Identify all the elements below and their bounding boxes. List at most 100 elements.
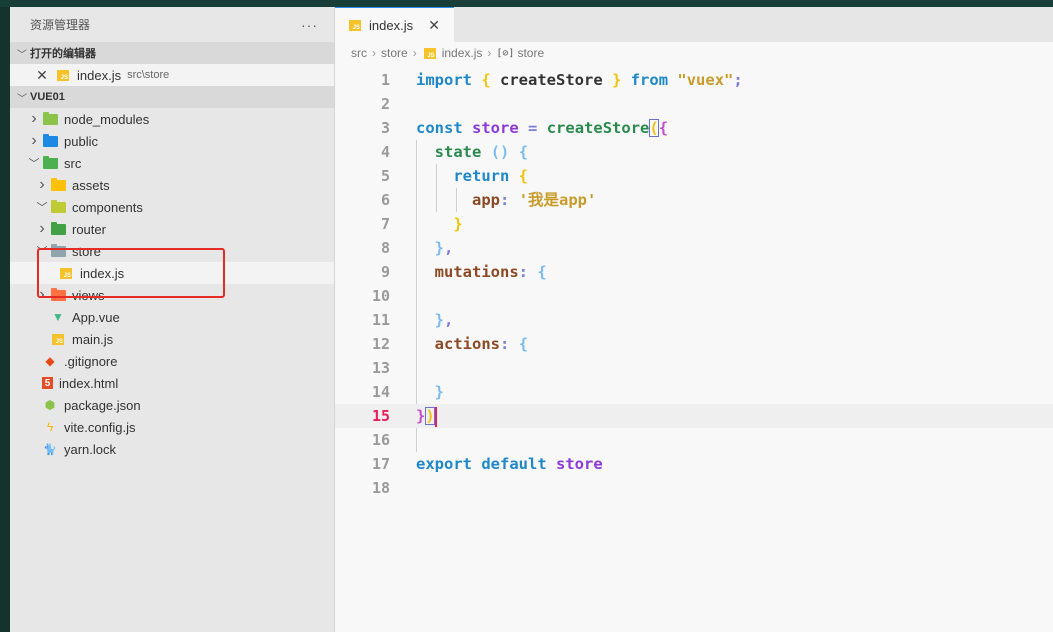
tree-item[interactable]: ﹀ src	[10, 152, 334, 174]
js-file-icon: JS	[422, 45, 438, 61]
line-number: 5	[380, 167, 390, 185]
code-line: 18	[335, 476, 1053, 500]
tree-item[interactable]: › node_modules	[10, 108, 334, 130]
code-editor[interactable]: 1 import { createStore } from "vuex"; 2 3 co…	[335, 68, 1053, 500]
folder-icon	[50, 287, 66, 303]
open-editors-section[interactable]: ﹀ 打开的编辑器	[10, 42, 334, 64]
tree-item[interactable]: 5 index.html	[10, 372, 334, 394]
tree-item-label: .gitignore	[64, 353, 118, 369]
line-number: 3	[380, 119, 390, 137]
chevron-down-icon: ﹀	[28, 158, 40, 170]
line-number: 9	[380, 263, 390, 281]
tree-item[interactable]: ▼ App.vue	[10, 306, 334, 328]
chevron-right-icon: ›	[39, 286, 45, 303]
line-number: 15	[371, 407, 390, 425]
explorer-header: 资源管理器 ···	[10, 7, 334, 42]
code-token: default	[481, 455, 547, 473]
js-file-icon: JS	[50, 331, 66, 347]
code-text: import { createStore } from "vuex";	[390, 68, 743, 92]
folder-open-icon	[50, 243, 66, 259]
tree-item[interactable]: ϟ vite.config.js	[10, 416, 334, 438]
tree-item[interactable]: › views	[10, 284, 334, 306]
breadcrumb-store[interactable]: store	[381, 46, 408, 60]
code-token: store	[472, 119, 519, 137]
line-number: 8	[380, 239, 390, 257]
line-number: 12	[371, 335, 390, 353]
code-text: export default store	[390, 452, 603, 476]
tab-label: index.js	[369, 17, 414, 33]
code-line: 3 const store = createStore({	[335, 116, 1053, 140]
code-token: createStore	[490, 71, 613, 89]
more-actions-icon[interactable]: ···	[301, 17, 318, 33]
chevron-right-icon: ›	[31, 132, 37, 149]
line-number: 14	[371, 383, 390, 401]
code-token: }	[434, 383, 445, 401]
indent-guide	[38, 262, 39, 284]
tree-item-label: App.vue	[72, 309, 120, 325]
workspace-section[interactable]: ﹀ VUE01	[10, 86, 334, 108]
breadcrumb-file[interactable]: index.js	[442, 46, 483, 60]
tree-item-label: components	[72, 199, 143, 215]
tree-item[interactable]: JS index.js	[10, 262, 334, 284]
editor-area: JS index.js ✕ src › store › JS index.js …	[335, 7, 1053, 632]
tree-item[interactable]: JS main.js	[10, 328, 334, 350]
title-bar	[0, 0, 1053, 7]
code-token: ;	[733, 71, 743, 89]
chevron-right-icon: ›	[412, 46, 417, 60]
line-number: 10	[371, 287, 390, 305]
code-line: 13	[335, 356, 1053, 380]
tree-item[interactable]: ⬢ package.json	[10, 394, 334, 416]
tree-item[interactable]: ﹀ components	[10, 196, 334, 218]
tree-item[interactable]: › assets	[10, 174, 334, 196]
open-editor-item[interactable]: ✕ JS index.js src\store	[10, 64, 334, 86]
chevron-down-icon: ﹀	[17, 49, 27, 61]
html5-icon: 5	[42, 377, 53, 389]
chevron-down-icon: ﹀	[36, 202, 48, 214]
file-tree: › node_modules › public ﹀ src › assets ﹀ componen…	[10, 108, 334, 460]
breadcrumb-src[interactable]: src	[351, 46, 367, 60]
tab-index-js[interactable]: JS index.js ✕	[335, 7, 454, 42]
tree-item-label: views	[72, 287, 105, 303]
tree-item[interactable]: ◆ .gitignore	[10, 350, 334, 372]
explorer-sidebar: 资源管理器 ··· ﹀ 打开的编辑器 ✕ JS index.js src\sto…	[10, 7, 335, 632]
workspace-label: VUE01	[30, 91, 65, 103]
tree-item[interactable]: › public	[10, 130, 334, 152]
chevron-right-icon: ›	[31, 110, 37, 127]
chevron-down-icon: ﹀	[17, 93, 27, 105]
folder-open-icon	[42, 155, 58, 171]
line-number: 16	[371, 431, 390, 449]
breadcrumb-symbol[interactable]: store	[517, 46, 544, 60]
text-cursor	[434, 406, 437, 427]
breadcrumb: src › store › JS index.js › [⊘] store	[335, 42, 1053, 64]
tree-item[interactable]: › router	[10, 218, 334, 240]
tree-item-label: assets	[72, 177, 110, 193]
tree-item[interactable]: ﹀ store	[10, 240, 334, 262]
close-icon[interactable]: ✕	[428, 17, 440, 34]
code-token: return	[453, 167, 510, 185]
tree-item[interactable]: 🐈 yarn.lock	[10, 438, 334, 460]
code-token: ,	[444, 239, 454, 257]
code-token: }	[434, 311, 445, 329]
yarn-icon: 🐈	[43, 443, 57, 456]
code-token: "vuex"	[677, 71, 734, 89]
code-token: export	[416, 455, 472, 473]
chevron-right-icon: ›	[372, 46, 376, 60]
code-line: 6 app: '我是app'	[335, 188, 1053, 212]
close-icon[interactable]: ✕	[35, 67, 49, 84]
code-line: 12 actions: {	[335, 332, 1053, 356]
git-icon: ◆	[45, 354, 55, 368]
code-text: app: '我是app'	[390, 188, 596, 212]
